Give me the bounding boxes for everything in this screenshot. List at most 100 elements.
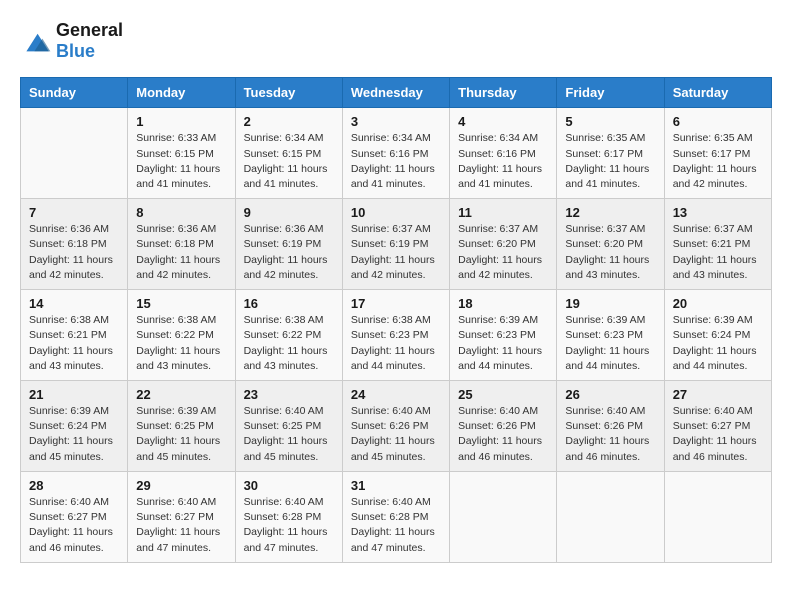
- day-number: 31: [351, 478, 441, 493]
- calendar-cell: 3 Sunrise: 6:34 AMSunset: 6:16 PMDaylight…: [342, 108, 449, 199]
- day-info: Sunrise: 6:39 AMSunset: 6:23 PMDaylight:…: [458, 313, 548, 374]
- calendar-cell: 30Sunrise: 6:40 AMSunset: 6:28 PMDayligh…: [235, 471, 342, 562]
- day-info: Sunrise: 6:40 AMSunset: 6:26 PMDaylight:…: [351, 404, 441, 465]
- calendar-cell: 31 Sunrise: 6:40 AMSunset: 6:28 PMDayligh…: [342, 471, 449, 562]
- day-number: 8: [136, 205, 226, 220]
- day-info: Sunrise: 6:37 AMSunset: 6:20 PMDaylight:…: [458, 222, 548, 283]
- day-number: 6: [673, 114, 763, 129]
- day-number: 20: [673, 296, 763, 311]
- day-info: Sunrise: 6:40 AMSunset: 6:27 PMDaylight:…: [673, 404, 763, 465]
- day-info: Sunrise: 6:37 AMSunset: 6:20 PMDaylight:…: [565, 222, 655, 283]
- calendar-cell: [21, 108, 128, 199]
- calendar-cell: 11 Sunrise: 6:37 AMSunset: 6:20 PMDayligh…: [450, 199, 557, 290]
- calendar-cell: [450, 471, 557, 562]
- calendar-cell: 1 Sunrise: 6:33 AMSunset: 6:15 PMDaylight…: [128, 108, 235, 199]
- day-info: Sunrise: 6:38 AMSunset: 6:21 PMDaylight:…: [29, 313, 119, 374]
- day-info: Sunrise: 6:40 AMSunset: 6:27 PMDaylight:…: [29, 495, 119, 556]
- day-info: Sunrise: 6:34 AMSunset: 6:16 PMDaylight:…: [351, 131, 441, 192]
- calendar-header-row: SundayMondayTuesdayWednesdayThursdayFrid…: [21, 78, 772, 108]
- calendar-cell: 24 Sunrise: 6:40 AMSunset: 6:26 PMDayligh…: [342, 381, 449, 472]
- logo-text: General Blue: [56, 20, 123, 61]
- calendar-cell: 25 Sunrise: 6:40 AMSunset: 6:26 PMDayligh…: [450, 381, 557, 472]
- day-info: Sunrise: 6:36 AMSunset: 6:18 PMDaylight:…: [29, 222, 119, 283]
- logo-icon: [20, 27, 52, 55]
- calendar-cell: 5 Sunrise: 6:35 AMSunset: 6:17 PMDaylight…: [557, 108, 664, 199]
- calendar-cell: 2Sunrise: 6:34 AMSunset: 6:15 PMDaylight…: [235, 108, 342, 199]
- calendar-week-row: 14 Sunrise: 6:38 AMSunset: 6:21 PMDayligh…: [21, 290, 772, 381]
- calendar-cell: 15Sunrise: 6:38 AMSunset: 6:22 PMDayligh…: [128, 290, 235, 381]
- day-number: 27: [673, 387, 763, 402]
- calendar-cell: 17 Sunrise: 6:38 AMSunset: 6:23 PMDayligh…: [342, 290, 449, 381]
- day-number: 3: [351, 114, 441, 129]
- day-number: 30: [244, 478, 334, 493]
- header-thursday: Thursday: [450, 78, 557, 108]
- calendar-cell: 10 Sunrise: 6:37 AMSunset: 6:19 PMDayligh…: [342, 199, 449, 290]
- day-number: 7: [29, 205, 119, 220]
- day-number: 14: [29, 296, 119, 311]
- day-number: 18: [458, 296, 548, 311]
- day-info: Sunrise: 6:38 AMSunset: 6:23 PMDaylight:…: [351, 313, 441, 374]
- day-info: Sunrise: 6:38 AMSunset: 6:22 PMDaylight:…: [244, 313, 334, 374]
- day-info: Sunrise: 6:40 AMSunset: 6:27 PMDaylight:…: [136, 495, 226, 556]
- day-info: Sunrise: 6:37 AMSunset: 6:19 PMDaylight:…: [351, 222, 441, 283]
- day-number: 11: [458, 205, 548, 220]
- header-saturday: Saturday: [664, 78, 771, 108]
- day-info: Sunrise: 6:40 AMSunset: 6:28 PMDaylight:…: [351, 495, 441, 556]
- calendar-cell: 16 Sunrise: 6:38 AMSunset: 6:22 PMDayligh…: [235, 290, 342, 381]
- day-number: 13: [673, 205, 763, 220]
- header-sunday: Sunday: [21, 78, 128, 108]
- logo: General Blue: [20, 20, 123, 61]
- day-number: 24: [351, 387, 441, 402]
- calendar-cell: 8 Sunrise: 6:36 AMSunset: 6:18 PMDaylight…: [128, 199, 235, 290]
- calendar-week-row: 7 Sunrise: 6:36 AMSunset: 6:18 PMDaylight…: [21, 199, 772, 290]
- calendar-week-row: 28 Sunrise: 6:40 AMSunset: 6:27 PMDayligh…: [21, 471, 772, 562]
- header-wednesday: Wednesday: [342, 78, 449, 108]
- day-info: Sunrise: 6:39 AMSunset: 6:24 PMDaylight:…: [29, 404, 119, 465]
- calendar-cell: 7 Sunrise: 6:36 AMSunset: 6:18 PMDaylight…: [21, 199, 128, 290]
- calendar-cell: 14 Sunrise: 6:38 AMSunset: 6:21 PMDayligh…: [21, 290, 128, 381]
- day-info: Sunrise: 6:39 AMSunset: 6:24 PMDaylight:…: [673, 313, 763, 374]
- day-number: 17: [351, 296, 441, 311]
- calendar-cell: 12 Sunrise: 6:37 AMSunset: 6:20 PMDayligh…: [557, 199, 664, 290]
- day-number: 9: [244, 205, 334, 220]
- day-info: Sunrise: 6:40 AMSunset: 6:26 PMDaylight:…: [458, 404, 548, 465]
- day-number: 4: [458, 114, 548, 129]
- calendar-cell: 4Sunrise: 6:34 AMSunset: 6:16 PMDaylight…: [450, 108, 557, 199]
- calendar-cell: 22Sunrise: 6:39 AMSunset: 6:25 PMDayligh…: [128, 381, 235, 472]
- calendar-cell: 29 Sunrise: 6:40 AMSunset: 6:27 PMDayligh…: [128, 471, 235, 562]
- day-info: Sunrise: 6:35 AMSunset: 6:17 PMDaylight:…: [673, 131, 763, 192]
- calendar-week-row: 21Sunrise: 6:39 AMSunset: 6:24 PMDayligh…: [21, 381, 772, 472]
- calendar-cell: 18 Sunrise: 6:39 AMSunset: 6:23 PMDayligh…: [450, 290, 557, 381]
- day-info: Sunrise: 6:40 AMSunset: 6:26 PMDaylight:…: [565, 404, 655, 465]
- day-info: Sunrise: 6:40 AMSunset: 6:25 PMDaylight:…: [244, 404, 334, 465]
- day-info: Sunrise: 6:33 AMSunset: 6:15 PMDaylight:…: [136, 131, 226, 192]
- day-number: 29: [136, 478, 226, 493]
- calendar-cell: 21Sunrise: 6:39 AMSunset: 6:24 PMDayligh…: [21, 381, 128, 472]
- calendar-cell: 28 Sunrise: 6:40 AMSunset: 6:27 PMDayligh…: [21, 471, 128, 562]
- calendar-cell: 23 Sunrise: 6:40 AMSunset: 6:25 PMDayligh…: [235, 381, 342, 472]
- day-info: Sunrise: 6:39 AMSunset: 6:23 PMDaylight:…: [565, 313, 655, 374]
- day-info: Sunrise: 6:35 AMSunset: 6:17 PMDaylight:…: [565, 131, 655, 192]
- day-number: 12: [565, 205, 655, 220]
- day-number: 10: [351, 205, 441, 220]
- day-info: Sunrise: 6:37 AMSunset: 6:21 PMDaylight:…: [673, 222, 763, 283]
- day-number: 2: [244, 114, 334, 129]
- calendar-cell: [664, 471, 771, 562]
- day-number: 15: [136, 296, 226, 311]
- calendar-cell: 20 Sunrise: 6:39 AMSunset: 6:24 PMDayligh…: [664, 290, 771, 381]
- day-number: 1: [136, 114, 226, 129]
- calendar-cell: 9Sunrise: 6:36 AMSunset: 6:19 PMDaylight…: [235, 199, 342, 290]
- day-number: 5: [565, 114, 655, 129]
- header-tuesday: Tuesday: [235, 78, 342, 108]
- day-number: 23: [244, 387, 334, 402]
- day-number: 19: [565, 296, 655, 311]
- day-number: 28: [29, 478, 119, 493]
- calendar-cell: 13 Sunrise: 6:37 AMSunset: 6:21 PMDayligh…: [664, 199, 771, 290]
- calendar-cell: 27 Sunrise: 6:40 AMSunset: 6:27 PMDayligh…: [664, 381, 771, 472]
- calendar-cell: 26Sunrise: 6:40 AMSunset: 6:26 PMDayligh…: [557, 381, 664, 472]
- day-number: 25: [458, 387, 548, 402]
- day-number: 16: [244, 296, 334, 311]
- header-friday: Friday: [557, 78, 664, 108]
- calendar-table: SundayMondayTuesdayWednesdayThursdayFrid…: [20, 77, 772, 562]
- day-info: Sunrise: 6:36 AMSunset: 6:18 PMDaylight:…: [136, 222, 226, 283]
